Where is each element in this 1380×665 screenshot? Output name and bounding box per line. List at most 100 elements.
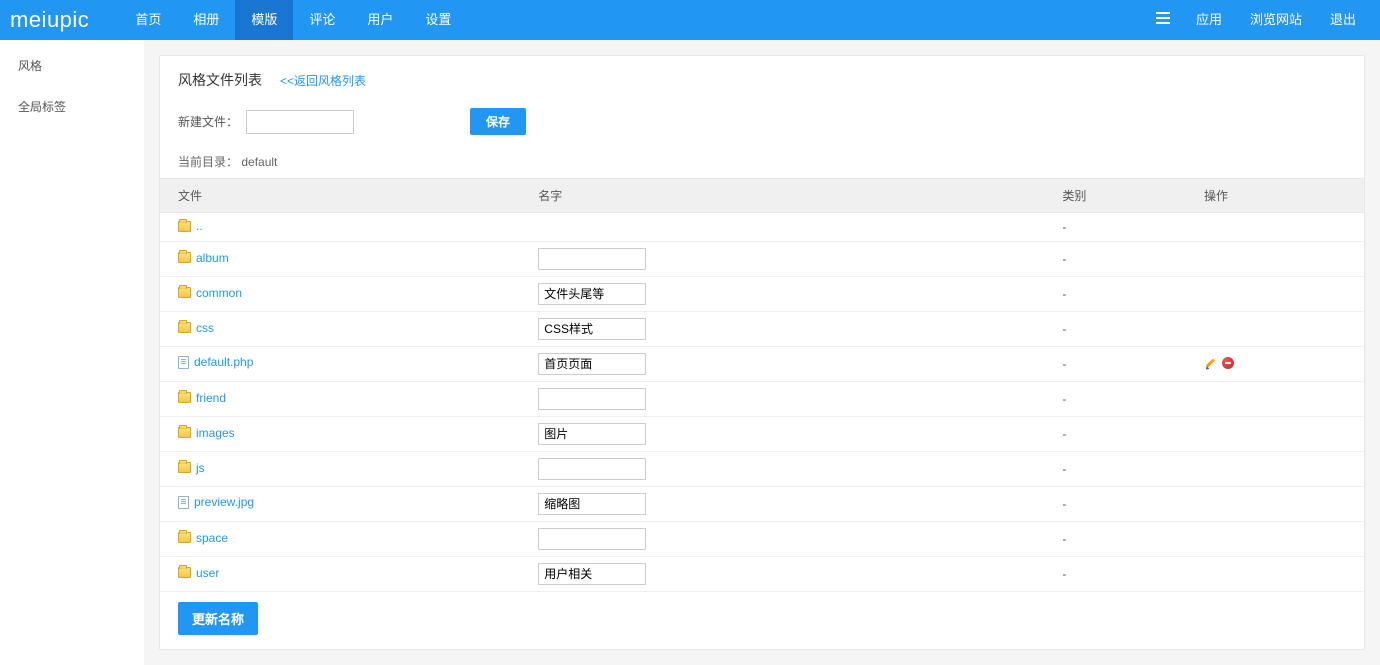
table-row: preview.jpg - xyxy=(160,486,1364,521)
table-row: js- xyxy=(160,451,1364,486)
th-file: 文件 xyxy=(160,179,528,213)
file-link[interactable]: friend xyxy=(178,391,226,405)
file-label: space xyxy=(196,531,228,545)
name-input[interactable] xyxy=(538,248,646,270)
folder-icon xyxy=(178,221,191,232)
update-names-button[interactable]: 更新名称 xyxy=(178,602,258,635)
type-cell: - xyxy=(1052,213,1194,242)
new-file-label: 新建文件： xyxy=(178,113,238,130)
panel-title: 风格文件列表 xyxy=(178,70,262,90)
nav-right-item-2[interactable]: 退出 xyxy=(1316,0,1370,40)
file-label: css xyxy=(196,321,214,335)
new-file-input[interactable] xyxy=(246,110,354,134)
sidebar: 风格全局标签 xyxy=(0,40,144,665)
type-cell: - xyxy=(1052,276,1194,311)
current-dir-label: 当前目录： xyxy=(178,155,238,169)
file-label: user xyxy=(196,566,219,580)
save-button[interactable]: 保存 xyxy=(470,108,526,135)
type-cell: - xyxy=(1052,346,1194,381)
current-dir-value: default xyxy=(241,155,277,169)
name-input[interactable] xyxy=(538,388,646,410)
nav-right: 应用浏览网站退出 xyxy=(1182,0,1370,40)
th-op: 操作 xyxy=(1194,179,1364,213)
type-cell: - xyxy=(1052,521,1194,556)
file-label: default.php xyxy=(194,355,253,369)
table-row: default.php - xyxy=(160,346,1364,381)
type-cell: - xyxy=(1052,241,1194,276)
table-row: user - xyxy=(160,556,1364,591)
file-label: friend xyxy=(196,391,226,405)
new-file-row: 新建文件： 保存 xyxy=(160,100,1364,147)
brand-logo: meiupic xyxy=(10,7,89,33)
folder-icon xyxy=(178,462,191,473)
folder-icon xyxy=(178,287,191,298)
file-link[interactable]: js xyxy=(178,461,205,475)
main-content: 风格文件列表 <<返回风格列表 新建文件： 保存 当前目录： default 文… xyxy=(144,40,1380,665)
folder-icon xyxy=(178,532,191,543)
folder-icon xyxy=(178,427,191,438)
name-input[interactable] xyxy=(538,458,646,480)
file-link[interactable]: css xyxy=(178,321,214,335)
file-link[interactable]: images xyxy=(178,426,235,440)
name-input[interactable] xyxy=(538,283,646,305)
file-link[interactable]: user xyxy=(178,566,219,580)
file-label: album xyxy=(196,251,229,265)
file-label: images xyxy=(196,426,235,440)
nav-right-item-0[interactable]: 应用 xyxy=(1182,0,1236,40)
folder-icon xyxy=(178,322,191,333)
file-link[interactable]: album xyxy=(178,251,229,265)
name-input[interactable] xyxy=(538,528,646,550)
folder-icon xyxy=(178,567,191,578)
table-row: .. - xyxy=(160,213,1364,242)
nav-right-item-1[interactable]: 浏览网站 xyxy=(1236,0,1316,40)
file-table: 文件 名字 类别 操作 ..-album-common-css-default.… xyxy=(160,178,1364,592)
file-label: .. xyxy=(196,219,203,233)
nav-item-3[interactable]: 评论 xyxy=(293,0,351,40)
nav-toggle-icon[interactable] xyxy=(1144,0,1182,40)
file-label: common xyxy=(196,286,242,300)
type-cell: - xyxy=(1052,556,1194,591)
file-link[interactable]: preview.jpg xyxy=(178,495,254,509)
edit-icon[interactable] xyxy=(1204,357,1218,371)
name-input[interactable] xyxy=(538,563,646,585)
sidebar-item-0[interactable]: 风格 xyxy=(0,45,144,86)
file-list-panel: 风格文件列表 <<返回风格列表 新建文件： 保存 当前目录： default 文… xyxy=(159,55,1365,650)
delete-icon[interactable] xyxy=(1222,357,1234,369)
name-input[interactable] xyxy=(538,318,646,340)
file-link[interactable]: .. xyxy=(178,219,203,233)
nav-item-1[interactable]: 相册 xyxy=(177,0,235,40)
top-navbar: meiupic 首页相册模版评论用户设置 应用浏览网站退出 xyxy=(0,0,1380,40)
table-row: album - xyxy=(160,241,1364,276)
file-label: preview.jpg xyxy=(194,495,254,509)
file-link[interactable]: common xyxy=(178,286,242,300)
th-type: 类别 xyxy=(1052,179,1194,213)
name-input[interactable] xyxy=(538,493,646,515)
panel-header: 风格文件列表 <<返回风格列表 xyxy=(160,56,1364,100)
file-link[interactable]: space xyxy=(178,531,228,545)
folder-icon xyxy=(178,392,191,403)
nav-item-5[interactable]: 设置 xyxy=(409,0,467,40)
file-link[interactable]: default.php xyxy=(178,355,253,369)
nav-item-0[interactable]: 首页 xyxy=(119,0,177,40)
nav-item-4[interactable]: 用户 xyxy=(351,0,409,40)
th-name: 名字 xyxy=(528,179,1052,213)
type-cell: - xyxy=(1052,381,1194,416)
type-cell: - xyxy=(1052,486,1194,521)
name-input[interactable] xyxy=(538,353,646,375)
table-row: css - xyxy=(160,311,1364,346)
back-to-styles-link[interactable]: <<返回风格列表 xyxy=(280,72,366,89)
table-row: space - xyxy=(160,521,1364,556)
file-icon xyxy=(178,356,189,369)
table-row: common - xyxy=(160,276,1364,311)
file-icon xyxy=(178,496,189,509)
table-row: images - xyxy=(160,416,1364,451)
table-row: friend - xyxy=(160,381,1364,416)
type-cell: - xyxy=(1052,416,1194,451)
main-nav: 首页相册模版评论用户设置 xyxy=(119,0,1144,40)
folder-icon xyxy=(178,252,191,263)
name-input[interactable] xyxy=(538,423,646,445)
nav-item-2[interactable]: 模版 xyxy=(235,0,293,40)
file-label: js xyxy=(196,461,205,475)
sidebar-item-1[interactable]: 全局标签 xyxy=(0,86,144,127)
type-cell: - xyxy=(1052,311,1194,346)
